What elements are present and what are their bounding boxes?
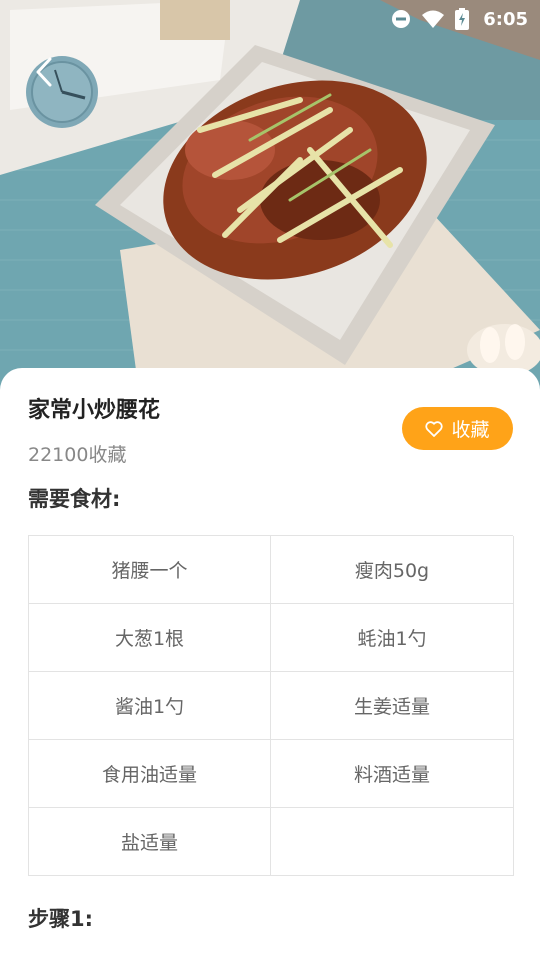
- ingredient-cell: 酱油1勺: [29, 672, 271, 740]
- battery-charging-icon: [455, 8, 470, 30]
- recipe-info-card: 家常小炒腰花 22100收藏 收藏 需要食材: 猪腰一个 瘦肉50g 大葱1根 …: [0, 368, 540, 960]
- recipe-hero-image: [0, 0, 540, 400]
- ingredient-cell: 大葱1根: [29, 604, 271, 672]
- ingredient-cell: 猪腰一个: [29, 536, 271, 604]
- ingredient-cell: 盐适量: [29, 808, 271, 876]
- ingredients-heading: 需要食材:: [28, 487, 121, 511]
- ingredient-cell: 瘦肉50g: [271, 536, 514, 604]
- do-not-disturb-icon: [391, 9, 411, 29]
- wifi-icon: [421, 9, 445, 29]
- ingredient-cell: 食用油适量: [29, 740, 271, 808]
- back-button[interactable]: [26, 54, 62, 90]
- ingredient-cell: 料酒适量: [271, 740, 514, 808]
- ingredient-cell-empty: [271, 808, 514, 876]
- ingredient-cell: 生姜适量: [271, 672, 514, 740]
- recipe-title: 家常小炒腰花: [28, 398, 161, 423]
- heart-icon: [425, 420, 444, 437]
- chevron-left-icon: [36, 57, 52, 87]
- favorite-button[interactable]: 收藏: [402, 407, 513, 450]
- status-time: 6:05: [483, 8, 528, 30]
- step-heading: 步骤1:: [28, 907, 94, 931]
- recipe-detail-screen: 6:05 家常小炒腰花 22100收藏 收藏 需要食材: 猪腰一个 瘦肉50g …: [0, 0, 540, 960]
- favorite-button-label: 收藏: [451, 419, 490, 441]
- ingredient-cell: 蚝油1勺: [271, 604, 514, 672]
- status-bar: 6:05: [0, 0, 540, 38]
- ingredients-table: 猪腰一个 瘦肉50g 大葱1根 蚝油1勺 酱油1勺 生姜适量 食用油适量 料酒适…: [28, 535, 514, 876]
- favorites-count: 22100收藏: [28, 444, 127, 466]
